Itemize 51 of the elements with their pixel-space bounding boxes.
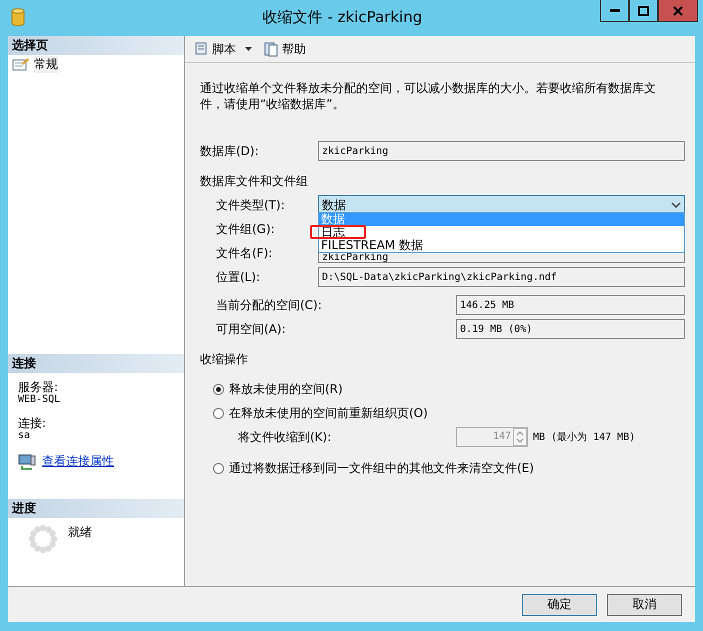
field-label: 当前分配的空间(C): bbox=[216, 296, 323, 314]
allocated-space-field[interactable]: 146.25 MB bbox=[456, 295, 685, 315]
sidebar-heading: 连接 bbox=[8, 354, 184, 373]
minimize-icon bbox=[610, 8, 620, 12]
page-item[interactable]: 常规 bbox=[8, 55, 184, 73]
database-field[interactable]: zkicParking bbox=[318, 141, 685, 161]
field-label: 文件类型(T): bbox=[216, 196, 286, 214]
computer-icon bbox=[18, 454, 36, 470]
radio-option[interactable]: 通过将数据迁移到同一文件组中的其他文件来清空文件(E) bbox=[200, 456, 685, 480]
help-button[interactable]: 帮助 bbox=[261, 38, 308, 60]
chevron-icon bbox=[671, 202, 681, 208]
sidebar-heading: 进度 bbox=[8, 499, 184, 518]
field-label: 文件名(F): bbox=[216, 244, 274, 262]
section-heading: 收缩操作 bbox=[200, 350, 248, 368]
field-label: 将文件收缩到(K): bbox=[238, 428, 332, 446]
spinner-icon bbox=[28, 524, 58, 554]
help-icon bbox=[263, 41, 279, 57]
close-icon bbox=[673, 6, 683, 16]
script-button[interactable]: 脚本 bbox=[191, 38, 255, 60]
close-button[interactable] bbox=[658, 0, 698, 22]
radio-button[interactable] bbox=[213, 408, 224, 418]
minimize-button[interactable] bbox=[600, 0, 629, 22]
description-text: 通过收缩单个文件释放未分配的空间，可以减小数据库的大小。若要收缩所有数据库文件，请使用“收缩数据库”。 bbox=[200, 80, 657, 112]
scroll-icon bbox=[193, 41, 209, 57]
connection-label: 连接: bbox=[18, 417, 48, 430]
file-name-value: zkicParking bbox=[322, 253, 388, 262]
connection-user: sa bbox=[18, 430, 32, 441]
status-text: 就绪 bbox=[68, 524, 92, 541]
radio-option[interactable]: 释放未使用的空间(R) bbox=[200, 377, 685, 401]
window-title: 收缩文件 - zkicParking bbox=[262, 8, 424, 27]
server-label: 服务器: bbox=[18, 381, 60, 394]
maximize-icon bbox=[638, 6, 649, 16]
unit-text: MB (最小为 147 MB) bbox=[533, 430, 636, 444]
maximize-button[interactable] bbox=[629, 0, 658, 22]
ok-button[interactable]: 确定 bbox=[522, 594, 597, 616]
form-icon bbox=[12, 57, 30, 71]
section-heading: 数据库文件和文件组 bbox=[200, 172, 308, 190]
field-label: 位置(L): bbox=[216, 268, 262, 286]
radio-button[interactable] bbox=[213, 462, 224, 474]
free-space-field[interactable]: 0.19 MB (0%) bbox=[456, 319, 685, 339]
connection-properties-link[interactable]: 查看连接属性 bbox=[42, 453, 114, 470]
field-label: 文件组(G): bbox=[216, 220, 276, 238]
field-label: 数据库(D): bbox=[200, 142, 260, 160]
sidebar-heading: 选择页 bbox=[8, 36, 184, 55]
field-label: 可用空间(A): bbox=[216, 320, 287, 338]
radio-option[interactable]: 在释放未使用的空间前重新组织页(O) bbox=[200, 401, 685, 425]
cancel-button[interactable]: 取消 bbox=[607, 594, 682, 616]
location-field[interactable]: D:\SQL-Data\zkicParking\zkicParking.ndf bbox=[318, 267, 685, 287]
server-name: WEB-SQL bbox=[18, 394, 62, 405]
radio-button[interactable] bbox=[213, 384, 224, 394]
database-icon bbox=[11, 8, 25, 26]
